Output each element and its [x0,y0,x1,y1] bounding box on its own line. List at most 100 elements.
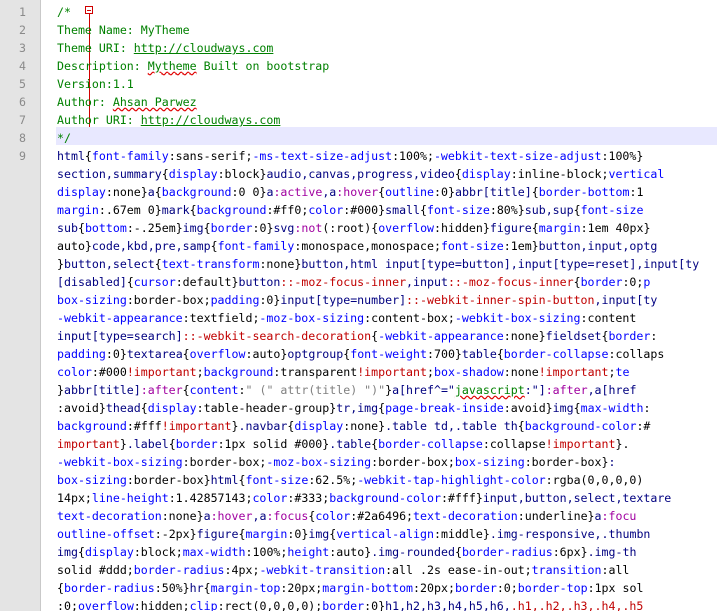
code-editor[interactable]: 1 /* 2 Theme Name: MyTheme 3 Theme URI: http:… [0,0,717,611]
code-line[interactable]: box-sizing:border-box}html{font-size:62.… [0,471,717,489]
code-text[interactable]: {border-radius:50%}hr{margin-top:20px;ma… [57,579,643,597]
code-token: :hidden} [434,221,490,235]
code-line[interactable]: 7 Author URI: http://cloudways.com [0,111,717,129]
code-text[interactable]: :0;overflow:hidden;clip:rect(0,0,0,0);bo… [57,597,643,611]
code-token: :"] [524,383,546,397]
code-token: Ahsan Parwez [112,95,197,109]
code-line[interactable]: 3 Theme URI: http://cloudways.com [0,39,717,57]
code-token: :700} [427,347,462,361]
code-line[interactable]: 14px;line-height:1.42857143;color:#333;b… [0,489,717,507]
code-text[interactable]: Theme Name: MyTheme [57,21,190,39]
code-line[interactable]: 4 Description: Mytheme Built on bootstrap [0,57,717,75]
code-token: ,a [252,509,267,523]
code-line[interactable]: img{display:block;max-width:100%;height:… [0,543,717,561]
code-text[interactable]: box-sizing:border-box;padding:0}input[ty… [57,291,657,309]
code-token: :none} [105,185,148,199]
code-token: : [650,329,658,343]
code-token: ::-webkit-inner-spin-button [406,293,595,307]
code-token: :rgba(0,0,0,0) [545,473,644,487]
code-text[interactable]: img{display:block;max-width:100%;height:… [57,543,636,561]
code-text[interactable]: /* [57,3,71,21]
code-line[interactable]: background:#fff!important}.navbar {displa… [0,417,717,435]
code-token: :0} [259,293,281,307]
code-token: { [238,527,246,541]
code-token: :80%} [489,203,525,217]
code-line[interactable]: box-sizing:border-box;padding:0}input[ty… [0,291,717,309]
code-lines[interactable]: 1 /* 2 Theme Name: MyTheme 3 Theme URI: http:… [0,3,717,611]
code-text[interactable]: }abbr[title]:after{content:" (" attr(tit… [57,381,636,399]
code-token: :none [503,365,539,379]
code-line[interactable]: margin:.67em 0}mark{background:#ff0;colo… [0,201,717,219]
code-line[interactable]: 2 Theme Name: MyTheme [0,21,717,39]
code-token: :#ff0; [266,203,309,217]
code-text[interactable]: }button,select{text-transform:none}butto… [57,255,699,273]
code-line[interactable]: auto}code,kbd,pre,samp{font-family:monos… [0,237,717,255]
code-text[interactable]: outline-offset:-2px}figure{margin:0}img{… [57,525,650,543]
code-line[interactable]: color:#000!important;background:transpar… [0,363,717,381]
code-token: !important [545,437,616,451]
code-line[interactable]: :avoid}thead{display:table-header-group}… [0,399,717,417]
code-text[interactable]: text-decoration:none}a:hover,a:focus{col… [57,507,636,525]
code-text[interactable]: sub{bottom:-.25em}img{border:0}svg:not(:… [57,219,650,237]
code-text[interactable]: Version:1.1 [57,75,134,93]
code-text[interactable]: section,summary{display:block}audio,canv… [57,165,664,183]
code-text[interactable]: -webkit-box-sizing:border-box;-moz-box-s… [57,453,615,471]
code-token: :none} [503,329,546,343]
code-line[interactable]: text-decoration:none}a:hover,a:focus{col… [0,507,717,525]
code-line[interactable]: 6 Author: Ahsan Parwez [0,93,717,111]
code-token: :all [601,563,630,577]
code-token: img [552,401,574,415]
code-line[interactable]: 8 */ [0,129,717,147]
code-token: Mytheme [147,59,197,73]
code-text[interactable]: -webkit-appearance:textfield;-moz-box-si… [57,309,636,327]
code-line[interactable]: important}.label{border:1px solid #000}.… [0,435,717,453]
code-token: (:root) [322,221,372,235]
code-line[interactable]: }button,select{text-transform:none}butto… [0,255,717,273]
code-token: abbr[title] [454,185,532,199]
code-token: :0 0} [231,185,267,199]
code-text[interactable]: Author: Ahsan Parwez [57,93,197,111]
code-line[interactable]: {border-radius:50%}hr{margin-top:20px;ma… [0,579,717,597]
code-text[interactable]: box-sizing:border-box}html{font-size:62.… [57,471,643,489]
code-text[interactable]: [disabled]{cursor:default}button::-moz-f… [57,273,650,291]
code-text[interactable]: solid #ddd;border-radius:4px;-webkit-tra… [57,561,629,579]
code-line[interactable]: solid #ddd;border-radius:4px;-webkit-tra… [0,561,717,579]
code-line[interactable]: outline-offset:-2px}figure{margin:0}img{… [0,525,717,543]
code-line[interactable]: sub{bottom:-.25em}img{border:0}svg:not(:… [0,219,717,237]
code-token: color [308,203,344,217]
code-token: :1em 40px} [580,221,651,235]
code-text[interactable]: margin:.67em 0}mark{background:#ff0;colo… [57,201,643,219]
code-line[interactable]: }abbr[title]:after{content:" (" attr(tit… [0,381,717,399]
code-line[interactable]: input[type=search]::-webkit-search-decor… [0,327,717,345]
code-text[interactable]: background:#fff!important}.navbar {displa… [57,417,650,435]
code-line[interactable]: display:none}a{background:0 0}a:active,a… [0,183,717,201]
code-line[interactable]: -webkit-appearance:textfield;-moz-box-si… [0,309,717,327]
code-text[interactable]: */ [57,129,71,147]
code-line[interactable]: :0;overflow:hidden;clip:rect(0,0,0,0);bo… [0,597,717,611]
code-token: :inline-block; [510,167,609,181]
code-text[interactable]: input[type=search]::-webkit-search-decor… [57,327,657,345]
code-text[interactable]: html{font-family:sans-serif;-ms-text-siz… [57,147,643,165]
code-line[interactable]: section,summary{display:block}audio,canv… [0,165,717,183]
code-text[interactable]: Description: Mytheme Built on bootstrap [57,57,329,75]
code-token: :0} [287,527,309,541]
code-text[interactable]: Theme URI: http://cloudways.com [57,39,273,57]
code-line[interactable]: 9 html{font-family:sans-serif;-ms-text-si… [0,147,717,165]
code-token: :#2a6496; [350,509,414,523]
code-text[interactable]: auto}code,kbd,pre,samp{font-family:monos… [57,237,657,255]
code-text[interactable]: padding:0}textarea{overflow:auto}optgrou… [57,345,664,363]
code-line[interactable]: 5 Version:1.1 [0,75,717,93]
code-token: box-sizing [57,293,127,307]
code-token: -webkit-appearance [57,311,183,325]
code-text[interactable]: display:none}a{background:0 0}a:active,a… [57,183,643,201]
code-token: ,input [406,275,448,289]
code-line[interactable]: -webkit-box-sizing:border-box;-moz-box-s… [0,453,717,471]
code-text[interactable]: Author URI: http://cloudways.com [57,111,280,129]
code-text[interactable]: color:#000!important;background:transpar… [57,363,629,381]
code-text[interactable]: :avoid}thead{display:table-header-group}… [57,399,650,417]
code-line[interactable]: 1 /* [0,3,717,21]
code-text[interactable]: 14px;line-height:1.42857143;color:#333;b… [57,489,671,507]
code-text[interactable]: important}.label{border:1px solid #000}.… [57,435,629,453]
code-line[interactable]: [disabled]{cursor:default}button::-moz-f… [0,273,717,291]
code-line[interactable]: padding:0}textarea{overflow:auto}optgrou… [0,345,717,363]
